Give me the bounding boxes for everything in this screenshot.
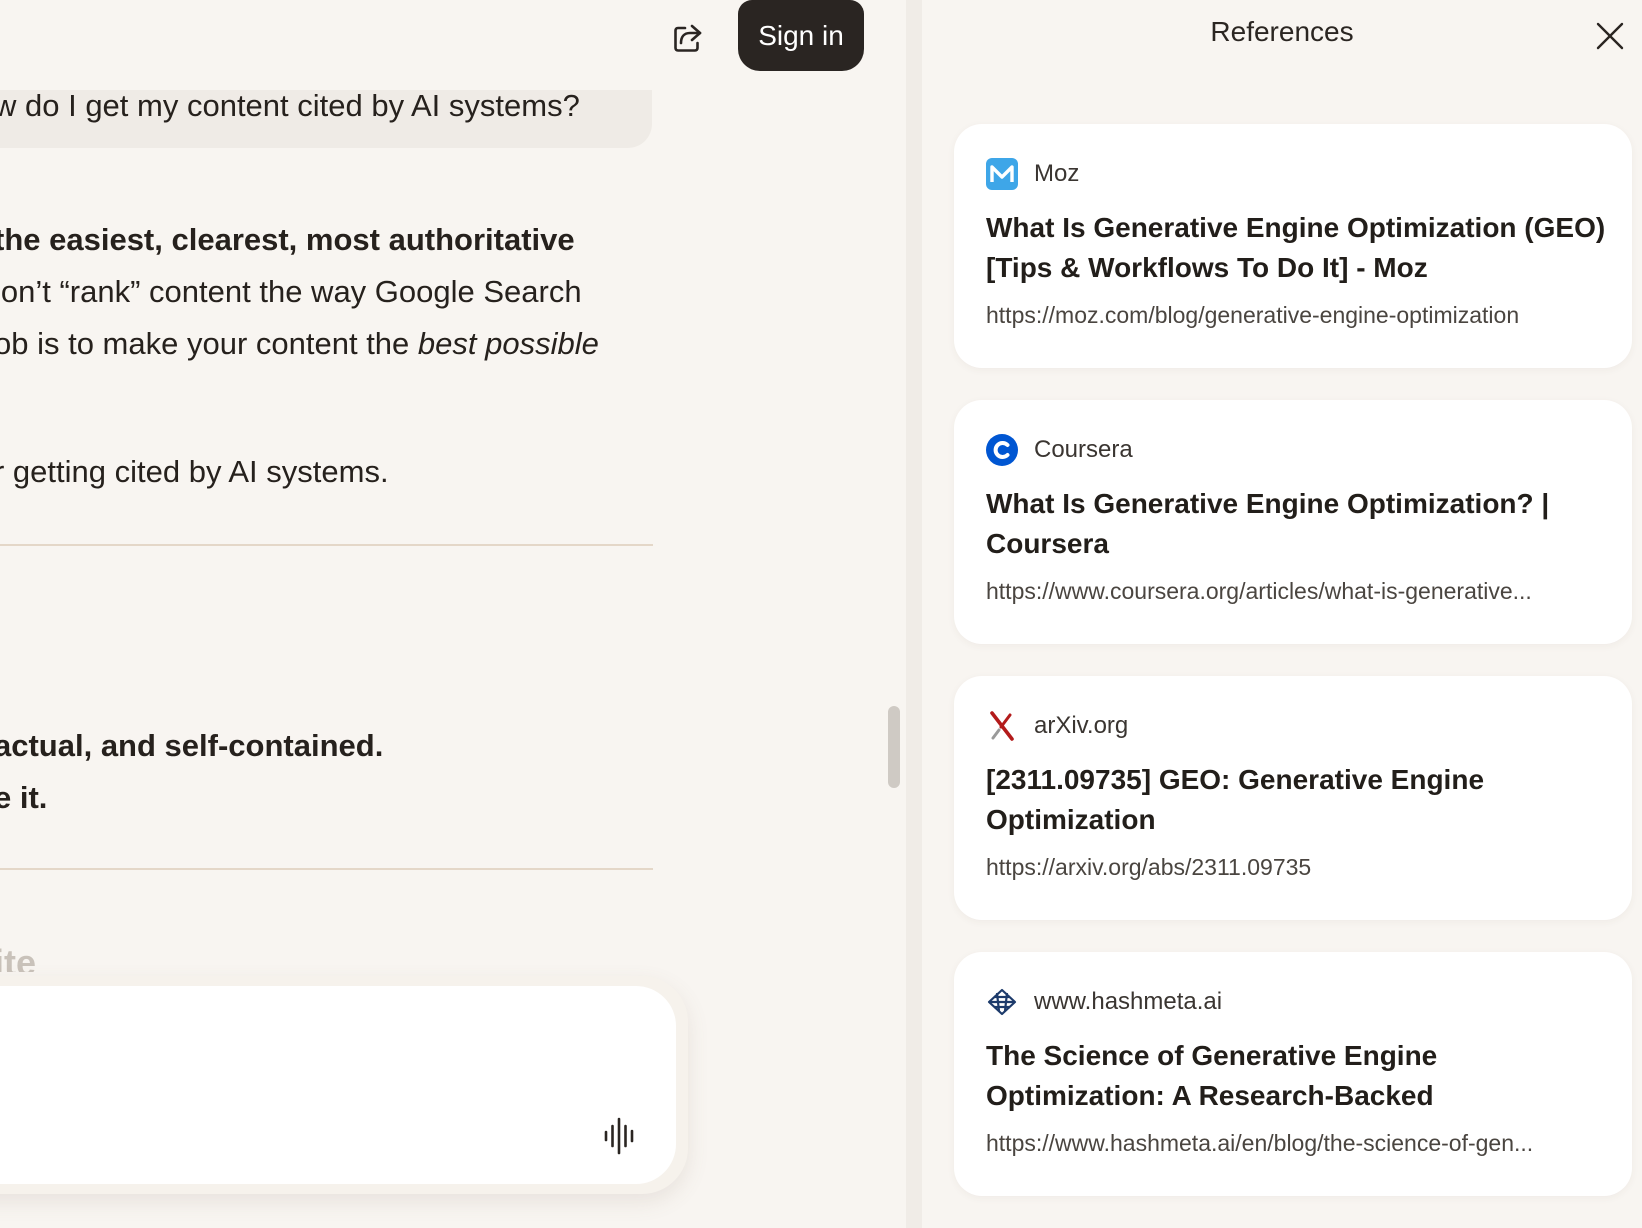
reference-source-name: Moz bbox=[1034, 160, 1080, 187]
moz-icon bbox=[986, 158, 1018, 190]
share-icon bbox=[674, 24, 702, 52]
user-message-text: w do I get my content cited by AI system… bbox=[0, 88, 580, 123]
references-title: References bbox=[1210, 16, 1354, 47]
chat-scrollbar-thumb[interactable] bbox=[888, 706, 900, 788]
reference-url[interactable]: https://arxiv.org/abs/2311.09735 bbox=[986, 854, 1606, 881]
reference-source: Moz bbox=[986, 156, 1079, 192]
sign-in-button[interactable]: Sign in bbox=[738, 0, 864, 71]
reference-card-arxiv[interactable]: arXiv.org [2311.09735] GEO: Generative E… bbox=[954, 676, 1632, 920]
voice-waveform-icon bbox=[604, 1117, 634, 1155]
answer-emphasis: best possible bbox=[417, 326, 599, 361]
faded-section-heading: ite bbox=[0, 942, 37, 972]
share-button[interactable] bbox=[664, 14, 712, 62]
reference-card-moz[interactable]: Moz What Is Generative Engine Optimizati… bbox=[954, 124, 1632, 368]
answer-line-bold: e it. bbox=[0, 780, 48, 815]
answer-line: r getting cited by AI systems. bbox=[0, 454, 389, 489]
reference-title[interactable]: [2311.09735] GEO: Generative Engine Opti… bbox=[986, 760, 1606, 840]
voice-input-button[interactable] bbox=[598, 1114, 642, 1158]
reference-title[interactable]: What Is Generative Engine Optimization? … bbox=[986, 484, 1606, 564]
reference-source: Coursera bbox=[986, 432, 1133, 468]
references-panel: References Moz What Is Generative Engine… bbox=[922, 0, 1642, 1228]
answer-line-bold: the easiest, clearest, most authoritativ… bbox=[0, 222, 575, 257]
reference-card-hashmeta[interactable]: www.hashmeta.ai The Science of Generativ… bbox=[954, 952, 1632, 1196]
reference-source: arXiv.org bbox=[986, 708, 1128, 744]
message-input[interactable] bbox=[0, 986, 676, 1184]
answer-line: lon’t “rank” content the way Google Sear… bbox=[0, 274, 582, 309]
reference-card-coursera[interactable]: Coursera What Is Generative Engine Optim… bbox=[954, 400, 1632, 644]
reference-source-name: arXiv.org bbox=[1034, 712, 1129, 739]
answer-line-bold: actual, and self-contained. bbox=[0, 728, 384, 763]
reference-url[interactable]: https://moz.com/blog/generative-engine-o… bbox=[986, 302, 1606, 329]
arxiv-icon bbox=[986, 710, 1018, 742]
reference-url[interactable]: https://www.coursera.org/articles/what-i… bbox=[986, 578, 1606, 605]
close-references-button[interactable] bbox=[1590, 16, 1630, 56]
reference-title[interactable]: The Science of Generative Engine Optimiz… bbox=[986, 1036, 1606, 1116]
chat-pane: Sign in w do I get my content cited by A… bbox=[0, 0, 906, 1228]
answer-line: ob is to make your content the best poss… bbox=[0, 318, 599, 370]
hashmeta-icon bbox=[986, 986, 1018, 1018]
coursera-icon bbox=[986, 434, 1018, 466]
close-icon bbox=[1596, 22, 1624, 50]
reference-title[interactable]: What Is Generative Engine Optimization (… bbox=[986, 208, 1606, 288]
reference-source-name: www.hashmeta.ai bbox=[1034, 988, 1223, 1015]
section-divider bbox=[0, 868, 653, 870]
pane-splitter[interactable] bbox=[906, 0, 922, 1228]
reference-source: www.hashmeta.ai bbox=[986, 984, 1222, 1020]
reference-source-name: Coursera bbox=[1034, 436, 1133, 463]
section-divider bbox=[0, 544, 653, 546]
reference-url[interactable]: https://www.hashmeta.ai/en/blog/the-scie… bbox=[986, 1130, 1606, 1157]
answer-text: ob is to make your content the bbox=[0, 326, 418, 361]
